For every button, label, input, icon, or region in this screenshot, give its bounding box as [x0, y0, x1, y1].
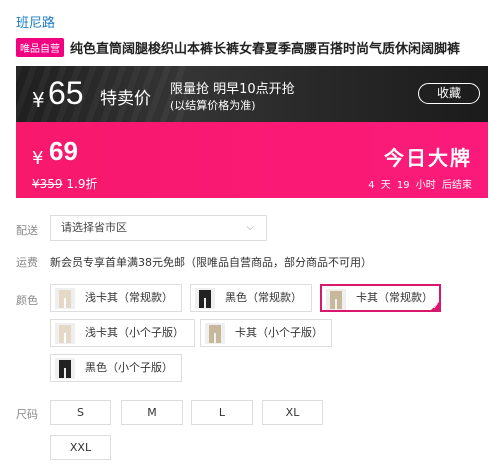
check-icon: ✓: [432, 302, 439, 311]
product-title: 纯色直筒阔腿梭织山本裤长裤女春夏季高腰百搭时尚气质休闲阔脚裤: [70, 42, 461, 57]
shipping-label: 运费: [16, 256, 38, 269]
flash-sale-banner: ¥ 65 特卖价 限量抢 明早10点开抢 (以结算价格为准) 收藏: [16, 66, 488, 122]
size-option[interactable]: XXL: [50, 435, 111, 460]
size-label: 尺码: [16, 408, 38, 421]
price-banner: ¥ 69 ¥359 1.9折 今日大牌 4 天 19 小时 后结束: [16, 122, 488, 198]
current-price: 69: [49, 136, 78, 166]
countdown-timer: 4 天 19 小时 后结束: [368, 180, 472, 191]
color-option[interactable]: 浅卡其（小个子版）: [50, 319, 195, 347]
size-option[interactable]: S: [50, 400, 111, 425]
size-option[interactable]: L: [191, 400, 253, 425]
color-option-selected[interactable]: 卡其（常规款） ✓: [320, 284, 441, 312]
color-option-label: 浅卡其（常规款）: [85, 291, 173, 304]
color-option-label: 黑色（常规款）: [225, 291, 302, 304]
region-select[interactable]: 请选择省市区 ⌵: [50, 215, 267, 241]
color-label: 颜色: [16, 294, 38, 307]
color-thumbnail: [55, 358, 75, 379]
original-price: ¥359: [32, 177, 63, 191]
color-option[interactable]: 卡其（小个子版）: [200, 319, 332, 347]
color-option[interactable]: 浅卡其（常规款）: [50, 284, 182, 312]
special-price-label: 特卖价: [100, 89, 151, 109]
color-option-label: 黑色（小个子版）: [85, 361, 173, 374]
color-option[interactable]: 黑色（常规款）: [190, 284, 312, 312]
flash-sale-note: (以结算价格为准): [170, 99, 256, 112]
brand-name[interactable]: 班尼路: [16, 12, 55, 31]
special-price: 65: [48, 75, 84, 111]
vip-self-operated-badge: 唯品自营: [16, 38, 64, 57]
color-option-label: 卡其（小个子版）: [235, 326, 323, 339]
discount-rate: 1.9折: [66, 177, 98, 191]
title-row: 唯品自营 纯色直筒阔腿梭织山本裤长裤女春夏季高腰百搭时尚气质休闲阔脚裤: [16, 38, 496, 57]
size-option[interactable]: M: [121, 400, 183, 425]
color-option[interactable]: 黑色（小个子版）: [50, 354, 182, 382]
color-thumbnail: [55, 288, 75, 309]
flash-sale-notice: 限量抢 明早10点开抢: [170, 82, 295, 97]
big-brand-title: 今日大牌: [384, 146, 472, 170]
color-option-label: 浅卡其（小个子版）: [85, 326, 184, 339]
color-thumbnail: [205, 323, 225, 344]
currency-symbol: ¥: [32, 148, 44, 169]
favorite-button[interactable]: 收藏: [418, 83, 480, 104]
color-thumbnail: [195, 288, 215, 309]
color-option-label: 卡其（常规款）: [356, 291, 433, 304]
currency-symbol: ¥: [32, 88, 45, 112]
original-price-row: ¥359 1.9折: [32, 175, 97, 192]
delivery-label: 配送: [16, 224, 38, 237]
color-thumbnail: [55, 323, 75, 344]
size-option[interactable]: XL: [262, 400, 323, 425]
color-thumbnail: [326, 289, 346, 310]
region-select-value: 请选择省市区: [61, 221, 127, 234]
shipping-info: 新会员专享首单满38元免邮（限唯品自营商品，部分商品不可用）: [50, 256, 372, 269]
chevron-down-icon: ⌵: [246, 222, 254, 233]
